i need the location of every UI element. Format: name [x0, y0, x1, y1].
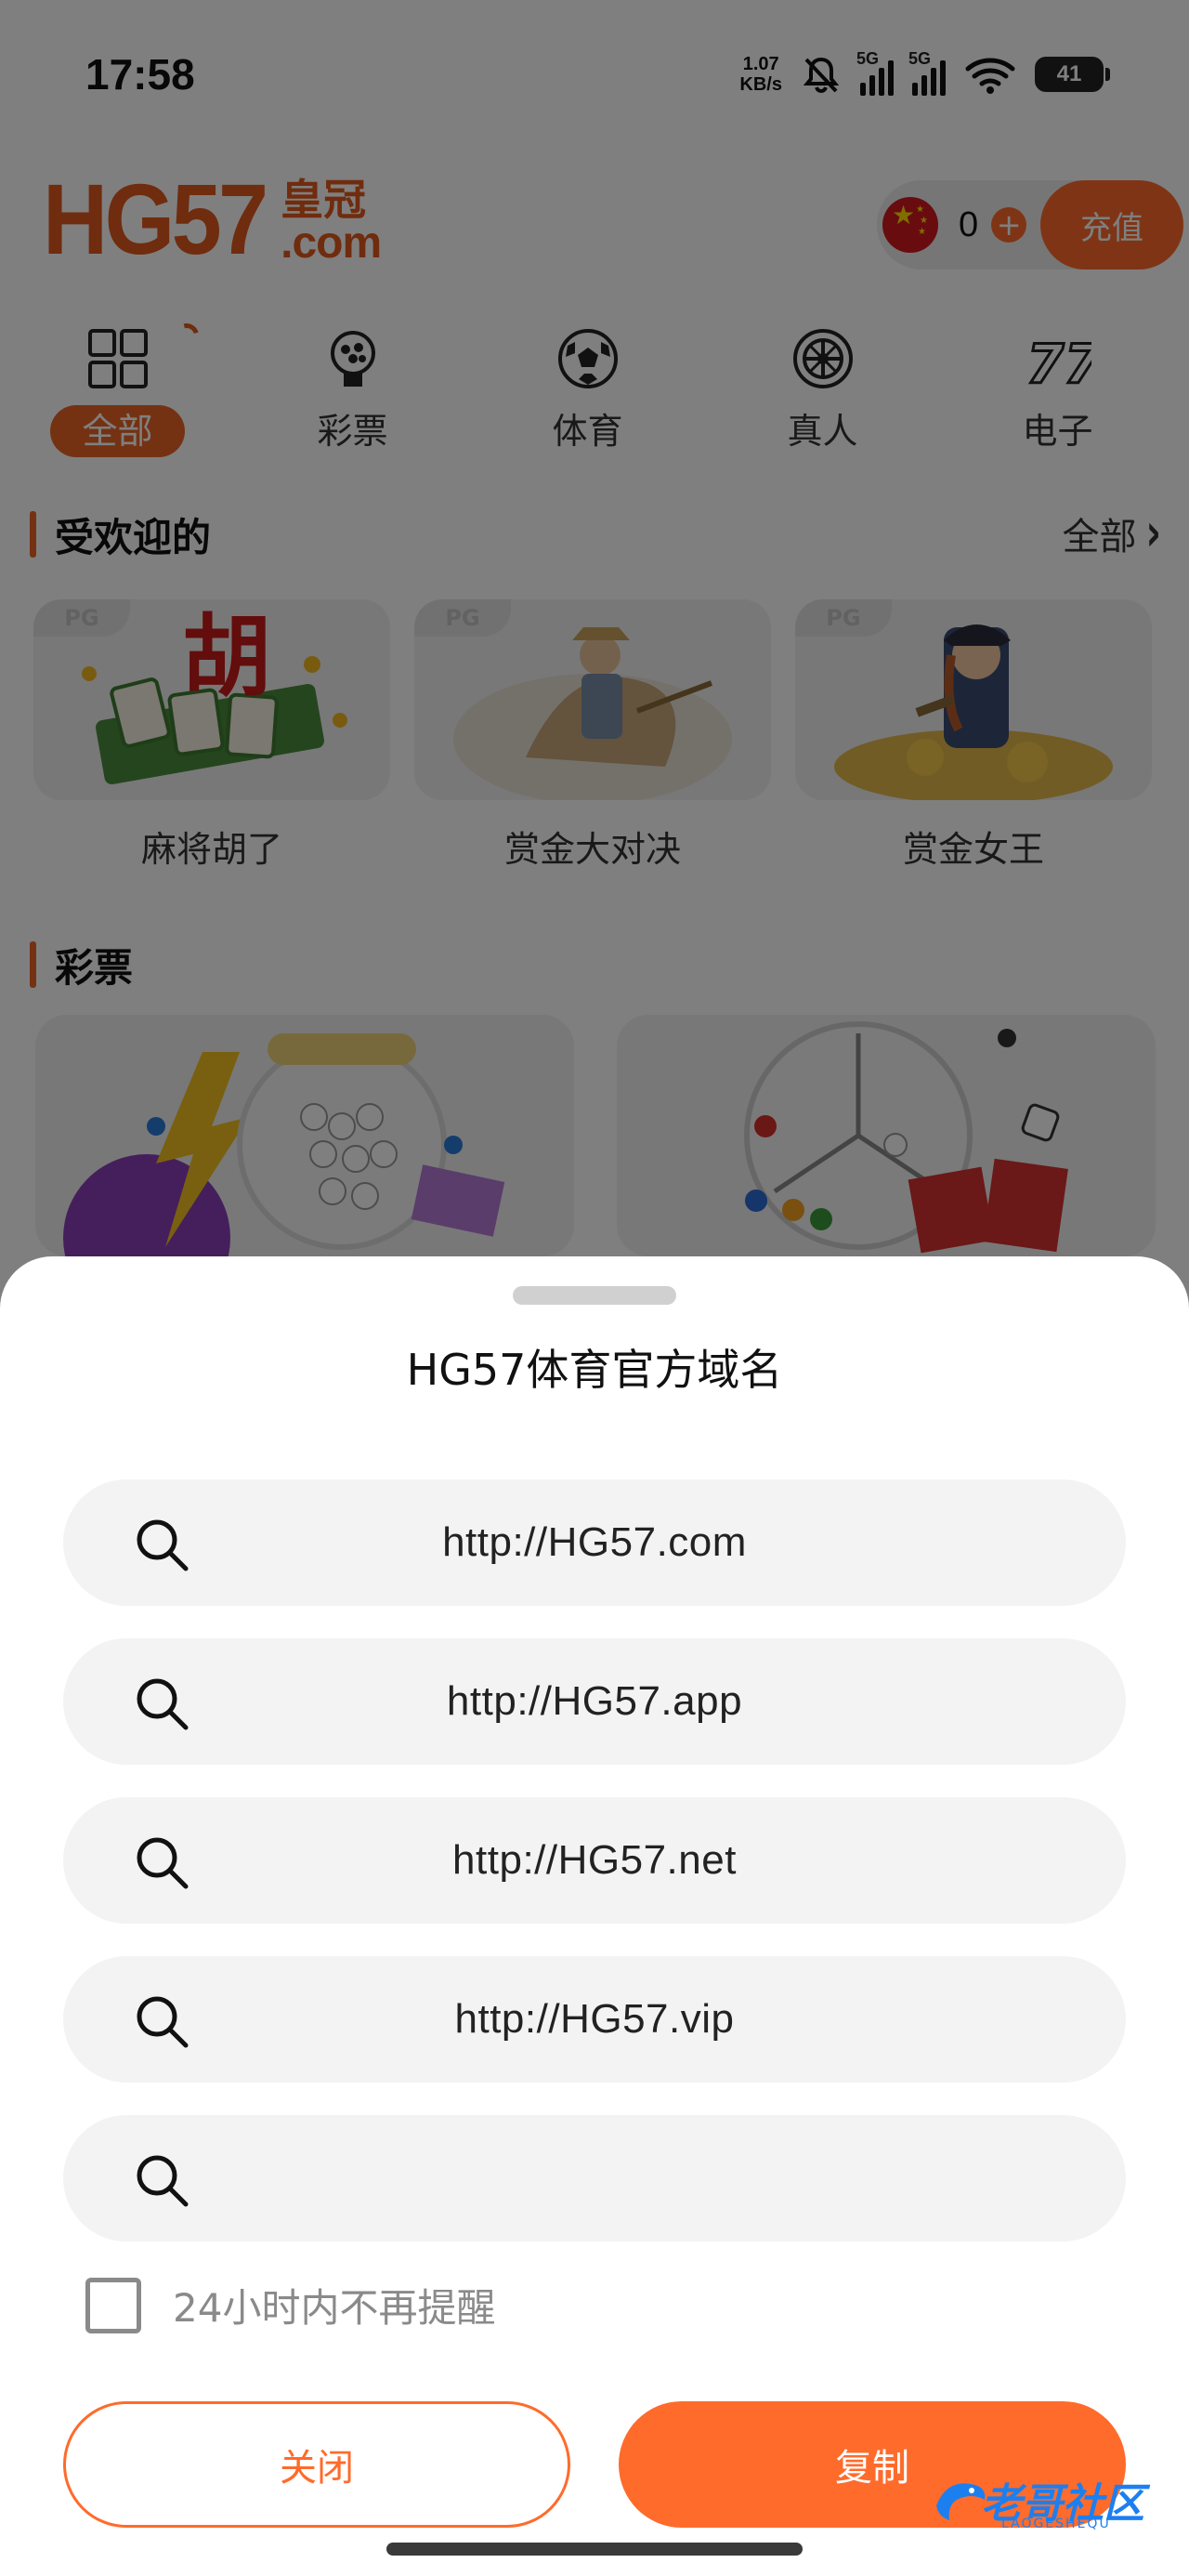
domain-item[interactable]: http://HG57.vip	[63, 1956, 1126, 2083]
domain-item[interactable]	[63, 2115, 1126, 2241]
domain-list: http://HG57.com http://HG57.app http://H…	[63, 1479, 1126, 2274]
sheet-title: HG57体育官方域名	[406, 1345, 783, 1395]
watermark-logo: 老哥社区 LAOGESHEQU	[929, 2464, 1180, 2539]
search-icon	[137, 1837, 189, 1889]
domain-url: http://HG57.net	[452, 1837, 737, 1883]
search-icon	[137, 1996, 189, 2048]
search-icon	[137, 2155, 189, 2207]
domain-url: http://HG57.vip	[454, 1996, 735, 2042]
domain-item[interactable]: http://HG57.net	[63, 1797, 1126, 1924]
domain-item[interactable]: http://HG57.app	[63, 1638, 1126, 1765]
search-icon	[137, 1519, 189, 1571]
remind-option[interactable]: 24小时内不再提醒	[85, 2277, 495, 2333]
remind-checkbox[interactable]	[85, 2277, 141, 2333]
remind-label: 24小时内不再提醒	[173, 2285, 496, 2331]
domain-url: http://HG57.com	[442, 1519, 747, 1565]
drag-handle[interactable]	[513, 1286, 676, 1305]
close-button[interactable]: 关闭	[63, 2401, 570, 2528]
search-icon	[137, 1678, 189, 1730]
domain-url: http://HG57.app	[446, 1678, 743, 1724]
domain-item[interactable]: http://HG57.com	[63, 1479, 1126, 1606]
home-indicator[interactable]	[386, 2543, 803, 2556]
domain-bottom-sheet: HG57体育官方域名 http://HG57.com http://HG57.a…	[0, 1256, 1189, 2576]
